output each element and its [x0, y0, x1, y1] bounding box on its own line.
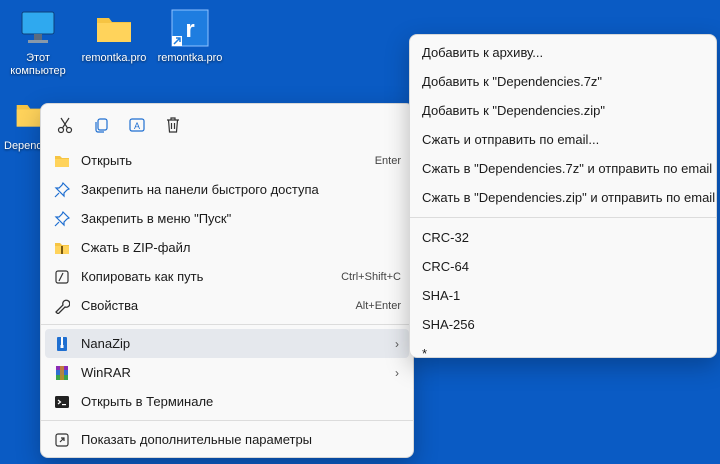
desktop-icon-label: Этот компьютер [10, 52, 66, 77]
nanazip-submenu: Добавить к архиву... Добавить к "Depende… [409, 34, 717, 361]
context-menu-toolbar: A [41, 104, 413, 146]
menu-item-open-terminal[interactable]: Открыть в Терминале [45, 387, 409, 416]
cut-icon[interactable] [53, 113, 77, 137]
shortcut-icon: r [170, 8, 210, 48]
menu-item-winrar[interactable]: WinRAR › [45, 358, 409, 387]
menu-item-label: WinRAR [81, 365, 131, 380]
more-options-icon [53, 431, 71, 449]
computer-icon [18, 8, 58, 48]
submenu-separator [410, 217, 716, 218]
desktop-icon-label: remontka.pro [157, 52, 223, 64]
menu-item-open[interactable]: Открыть Enter [45, 146, 409, 175]
menu-separator [41, 324, 413, 325]
chevron-right-icon: › [395, 336, 399, 351]
wrench-icon [53, 297, 71, 315]
submenu-item-sha256[interactable]: SHA-256 [410, 310, 716, 339]
menu-item-copy-path[interactable]: Копировать как путь Ctrl+Shift+C [45, 262, 409, 291]
menu-item-pin-start[interactable]: Закрепить в меню "Пуск" [45, 204, 409, 233]
submenu-item-add-to-zip[interactable]: Добавить к "Dependencies.zip" [410, 96, 716, 125]
menu-item-shortcut: Alt+Enter [355, 299, 401, 312]
menu-item-label: Открыть в Терминале [81, 394, 214, 409]
menu-item-label: Копировать как путь [81, 269, 204, 284]
submenu-item-add-to-7z[interactable]: Добавить к "Dependencies.7z" [410, 67, 716, 96]
terminal-icon [53, 393, 71, 411]
menu-item-label: Открыть [81, 153, 133, 168]
pin-icon [53, 181, 71, 199]
submenu-item-add-to-archive[interactable]: Добавить к архиву... [410, 38, 716, 67]
desktop-icon-label: remontka.pro [81, 52, 147, 64]
path-icon [53, 268, 71, 286]
submenu-item-7z-email[interactable]: Сжать в "Dependencies.7z" и отправить по… [410, 154, 716, 183]
menu-item-compress-zip[interactable]: Сжать в ZIP-файл [45, 233, 409, 262]
menu-separator [41, 420, 413, 421]
desktop-icon-this-pc[interactable]: Этот компьютер [0, 8, 76, 78]
submenu-item-sha1[interactable]: SHA-1 [410, 281, 716, 310]
menu-item-pin-quick-access[interactable]: Закрепить на панели быстрого доступа [45, 175, 409, 204]
desktop-icon-shortcut[interactable]: r remontka.pro [152, 8, 228, 65]
menu-item-label: Закрепить на панели быстрого доступа [81, 182, 319, 197]
menu-item-properties[interactable]: Свойства Alt+Enter [45, 291, 409, 320]
delete-icon[interactable] [161, 113, 185, 137]
svg-text:A: A [134, 121, 140, 131]
svg-text:r: r [185, 16, 194, 43]
context-menu: A Открыть Enter Закрепить на панели быст… [40, 103, 414, 458]
menu-item-label: Показать дополнительные параметры [81, 432, 313, 447]
folder-icon [94, 8, 134, 48]
nanazip-icon [53, 335, 71, 353]
winrar-icon [53, 364, 71, 382]
submenu-item-crc64[interactable]: CRC-64 [410, 252, 716, 281]
menu-item-label: Сжать в ZIP-файл [81, 240, 191, 255]
folder-open-icon [53, 152, 71, 170]
menu-item-shortcut: Enter [374, 154, 401, 167]
copy-icon[interactable] [89, 113, 113, 137]
menu-item-label: Свойства [81, 298, 139, 313]
submenu-item-zip-email[interactable]: Сжать в "Dependencies.zip" и отправить п… [410, 183, 716, 212]
pin-icon [53, 210, 71, 228]
zip-icon [53, 239, 71, 257]
menu-item-nanazip[interactable]: NanaZip › [45, 329, 409, 358]
menu-item-label: NanaZip [81, 336, 131, 351]
chevron-right-icon: › [395, 365, 399, 380]
menu-item-shortcut: Ctrl+Shift+C [341, 270, 401, 283]
menu-item-label: Закрепить в меню "Пуск" [81, 211, 232, 226]
rename-icon[interactable]: A [125, 113, 149, 137]
submenu-item-crc32[interactable]: CRC-32 [410, 223, 716, 252]
menu-item-show-more-options[interactable]: Показать дополнительные параметры [45, 425, 409, 454]
submenu-item-all-hashes[interactable]: * [410, 339, 716, 368]
desktop-icon-folder[interactable]: remontka.pro [76, 8, 152, 65]
submenu-item-compress-email[interactable]: Сжать и отправить по email... [410, 125, 716, 154]
